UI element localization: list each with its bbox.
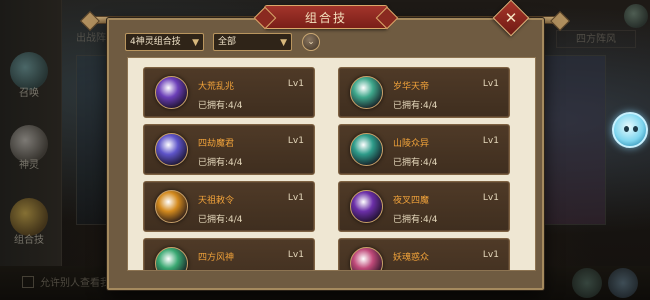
skill-name: 大荒乱兆: [198, 82, 235, 92]
skill-name: 四劫魔君: [198, 139, 235, 149]
background-hero-card: [540, 55, 606, 225]
assistant-eye: [624, 126, 629, 132]
type-filter-dropdown[interactable]: 全部 ▼: [213, 33, 292, 51]
skill-card[interactable]: 山陵众异 Lv1 已拥有:4/4: [338, 124, 510, 175]
skill-level: Lv1: [482, 193, 499, 203]
side-label-deity: 神灵: [19, 160, 39, 171]
type-filter-value: 全部: [218, 37, 237, 47]
skill-level: Lv1: [287, 193, 304, 203]
golden-flame-icon: [155, 190, 188, 223]
skill-level: Lv1: [482, 250, 499, 260]
skill-card[interactable]: 四劫魔君 Lv1 已拥有:4/4: [143, 124, 315, 175]
skill-owned-count: 已拥有:4/4: [393, 101, 438, 111]
rainbow-swirl-icon: [350, 76, 383, 109]
close-x-icon[interactable]: ✕: [498, 5, 524, 31]
background-orb-icon: [608, 268, 638, 298]
background-orb-icon: [572, 268, 602, 298]
floating-assistant-icon[interactable]: [612, 112, 648, 148]
skill-card[interactable]: 夜叉四魔 Lv1 已拥有:4/4: [338, 181, 510, 232]
background-hint-text: 允许别人查看我: [40, 278, 110, 289]
green-wind-icon: [155, 247, 188, 270]
skill-level: Lv1: [287, 79, 304, 89]
skill-level: Lv1: [482, 79, 499, 89]
side-label-combo: 组合技: [14, 235, 44, 246]
skill-owned-count: 已拥有:4/4: [393, 269, 438, 270]
combo-skill-list[interactable]: 大荒乱兆 Lv1 已拥有:4/4 岁华天帝 Lv1 已拥有:4/4 四劫魔君 Lv1 已拥有:4…: [127, 57, 536, 271]
chevron-down-icon: ▼: [192, 38, 199, 48]
skill-name: 天祖敕令: [198, 196, 235, 206]
skill-level: Lv1: [482, 136, 499, 146]
side-label-summon: 召唤: [19, 88, 39, 99]
skill-owned-count: 已拥有:4/4: [198, 269, 243, 270]
skill-level: Lv1: [287, 136, 304, 146]
double-chevron-down-icon[interactable]: ⌄: [302, 33, 320, 51]
skill-name: 山陵众异: [393, 139, 430, 149]
background-formation-label: 四方阵风: [556, 30, 636, 48]
skill-owned-count: 已拥有:4/4: [393, 215, 438, 225]
corner-orb-icon: [624, 4, 648, 28]
purple-vortex-icon: [155, 76, 188, 109]
skill-name: 夜叉四魔: [393, 196, 430, 206]
pink-spirit-icon: [350, 247, 383, 270]
violet-lightning-icon: [155, 133, 188, 166]
skill-owned-count: 已拥有:4/4: [198, 158, 243, 168]
dialog-title: 组合技: [304, 11, 347, 25]
background-side-menu: 召唤 神灵 组合技: [0, 0, 62, 300]
group-filter-dropdown[interactable]: 4神灵组合技 ▼: [125, 33, 204, 51]
dialog-title-plate: 组合技: [264, 5, 388, 29]
skill-level: Lv1: [287, 250, 304, 260]
skill-owned-count: 已拥有:4/4: [198, 101, 243, 111]
group-filter-value: 4神灵组合技: [130, 37, 181, 47]
background-checkbox: [22, 276, 34, 288]
skill-owned-count: 已拥有:4/4: [198, 215, 243, 225]
chevron-down-icon: ▼: [280, 38, 287, 48]
green-mountain-icon: [350, 133, 383, 166]
dark-purple-orb-icon: [350, 190, 383, 223]
skill-card[interactable]: 天祖敕令 Lv1 已拥有:4/4: [143, 181, 315, 232]
skill-card[interactable]: 大荒乱兆 Lv1 已拥有:4/4: [143, 67, 315, 118]
skill-name: 岁华天帝: [393, 82, 430, 92]
skill-name: 妖魂惑众: [393, 253, 430, 263]
skill-owned-count: 已拥有:4/4: [393, 158, 438, 168]
skill-card[interactable]: 四方风神 Lv1 已拥有:4/4: [143, 238, 315, 270]
skill-name: 四方风神: [198, 253, 235, 263]
skill-card[interactable]: 岁华天帝 Lv1 已拥有:4/4: [338, 67, 510, 118]
skill-card[interactable]: 妖魂惑众 Lv1 已拥有:4/4: [338, 238, 510, 270]
assistant-eye: [633, 126, 638, 132]
